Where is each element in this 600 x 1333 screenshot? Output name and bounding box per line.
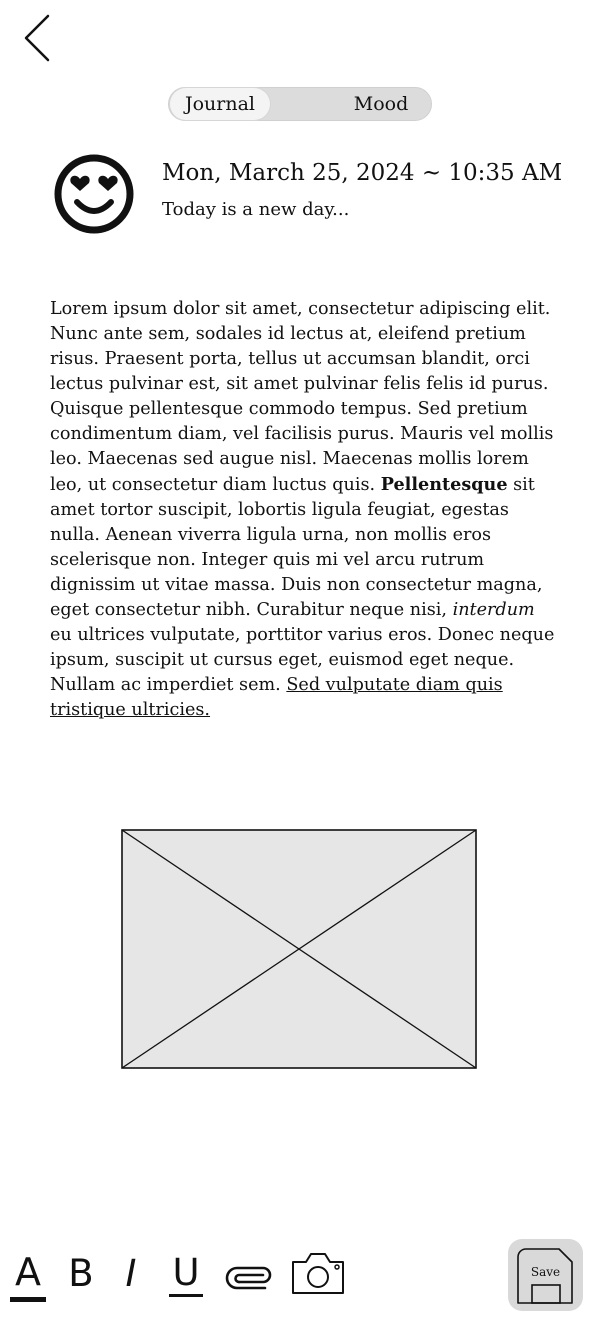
image-placeholder-icon[interactable]	[121, 829, 477, 1069]
journal-mood-toggle: Journal Mood	[168, 87, 432, 121]
attach-button[interactable]	[225, 1260, 275, 1290]
text-color-label: A	[15, 1250, 41, 1294]
heart-eyes-smiley-icon[interactable]	[52, 152, 136, 236]
body-text-segment: Lorem ipsum dolor sit amet, consectetur …	[50, 299, 554, 495]
body-text-segment: sit amet tortor suscipit, lobortis ligul…	[50, 475, 543, 620]
save-button[interactable]: Save	[508, 1239, 583, 1311]
text-color-indicator	[10, 1297, 46, 1302]
tab-mood[interactable]: Mood	[341, 88, 421, 120]
text-color-button[interactable]: A	[8, 1252, 48, 1304]
camera-icon	[292, 1253, 344, 1294]
tab-journal[interactable]: Journal	[170, 88, 270, 120]
entry-subtitle[interactable]: Today is a new day...	[162, 199, 349, 220]
chevron-left-icon	[24, 14, 50, 62]
paperclip-icon	[225, 1266, 272, 1290]
body-bold-text: Pellentesque	[380, 474, 508, 495]
save-label: Save	[530, 1265, 561, 1279]
back-button[interactable]	[18, 12, 62, 66]
italic-button[interactable]: I	[115, 1252, 147, 1296]
entry-date-time: Mon, March 25, 2024 ~ 10:35 AM	[162, 160, 563, 186]
bold-button[interactable]: B	[64, 1252, 98, 1296]
camera-button[interactable]	[290, 1250, 346, 1296]
underline-indicator	[169, 1294, 203, 1297]
underline-label: U	[172, 1251, 200, 1294]
underline-button[interactable]: U	[166, 1252, 206, 1298]
entry-body-text[interactable]: Lorem ipsum dolor sit amet, consectetur …	[50, 297, 555, 723]
body-italic-text: interdum	[452, 600, 535, 620]
